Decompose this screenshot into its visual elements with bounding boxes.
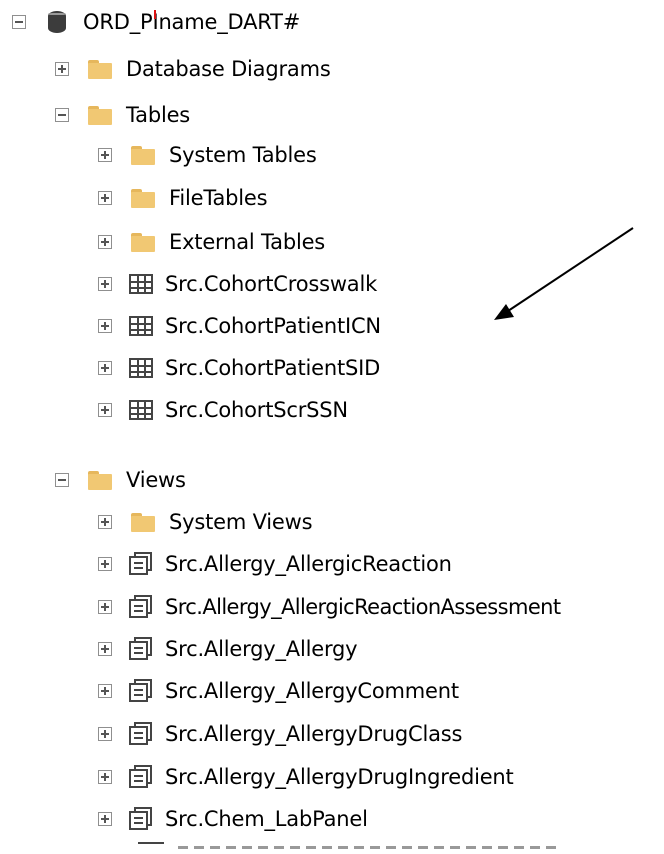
object-explorer-tree: ORD_PIname_DART# Database Diagrams Table…	[0, 0, 664, 852]
annotation-arrow	[494, 227, 634, 320]
